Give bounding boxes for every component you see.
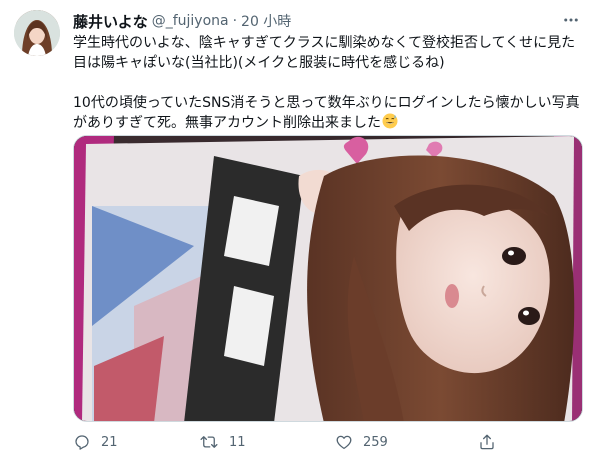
grinning-sweat-emoji-icon [382, 113, 398, 129]
more-icon[interactable] [561, 12, 581, 28]
like-button[interactable]: 259 [335, 433, 388, 451]
author-name[interactable]: 藤井いよな [73, 11, 148, 32]
tweet-text-line: がありすぎて死。無事アカウント削除出来ました [73, 115, 381, 131]
tweet-timestamp[interactable]: 20 小時 [241, 11, 291, 31]
tweet-text-line: 目は陽キャぽいな(当社比)(メイクと服装に時代を感じるね) [73, 55, 445, 71]
action-bar: 21 11 259 [73, 430, 585, 454]
tweet-text-line: 10代の頃使っていたSNS消そうと思って数年ぶりにログインしたら懐かしい写真 [73, 95, 580, 111]
tweet-text-line: 学生時代のいよな、陰キャすぎてクラスに馴染めなくて登校拒否してくせに見た [73, 35, 576, 51]
reply-icon [73, 433, 91, 451]
tweet-header: 藤井いよな @_fujiyona · 20 小時 [73, 10, 291, 32]
heart-icon [335, 433, 353, 451]
retweet-icon [199, 433, 219, 451]
reply-count: 21 [101, 434, 118, 450]
share-icon [478, 433, 496, 451]
like-count: 259 [363, 434, 388, 450]
retweet-button[interactable]: 11 [199, 433, 246, 451]
tweet: 藤井いよな @_fujiyona · 20 小時 学生時代のいよな、陰キャすぎて… [0, 0, 597, 463]
tweet-photo[interactable] [73, 135, 583, 422]
share-button[interactable] [478, 433, 496, 451]
tweet-text-line-with-emoji: がありすぎて死。無事アカウント削除出来ました [73, 113, 585, 133]
author-handle[interactable]: @_fujiyona [152, 13, 229, 29]
tweet-text: 学生時代のいよな、陰キャすぎてクラスに馴染めなくて登校拒否してくせに見た 目は陽… [73, 33, 585, 133]
separator-dot: · [232, 13, 238, 29]
retweet-count: 11 [229, 434, 246, 450]
reply-button[interactable]: 21 [73, 433, 118, 451]
avatar[interactable] [14, 10, 60, 56]
